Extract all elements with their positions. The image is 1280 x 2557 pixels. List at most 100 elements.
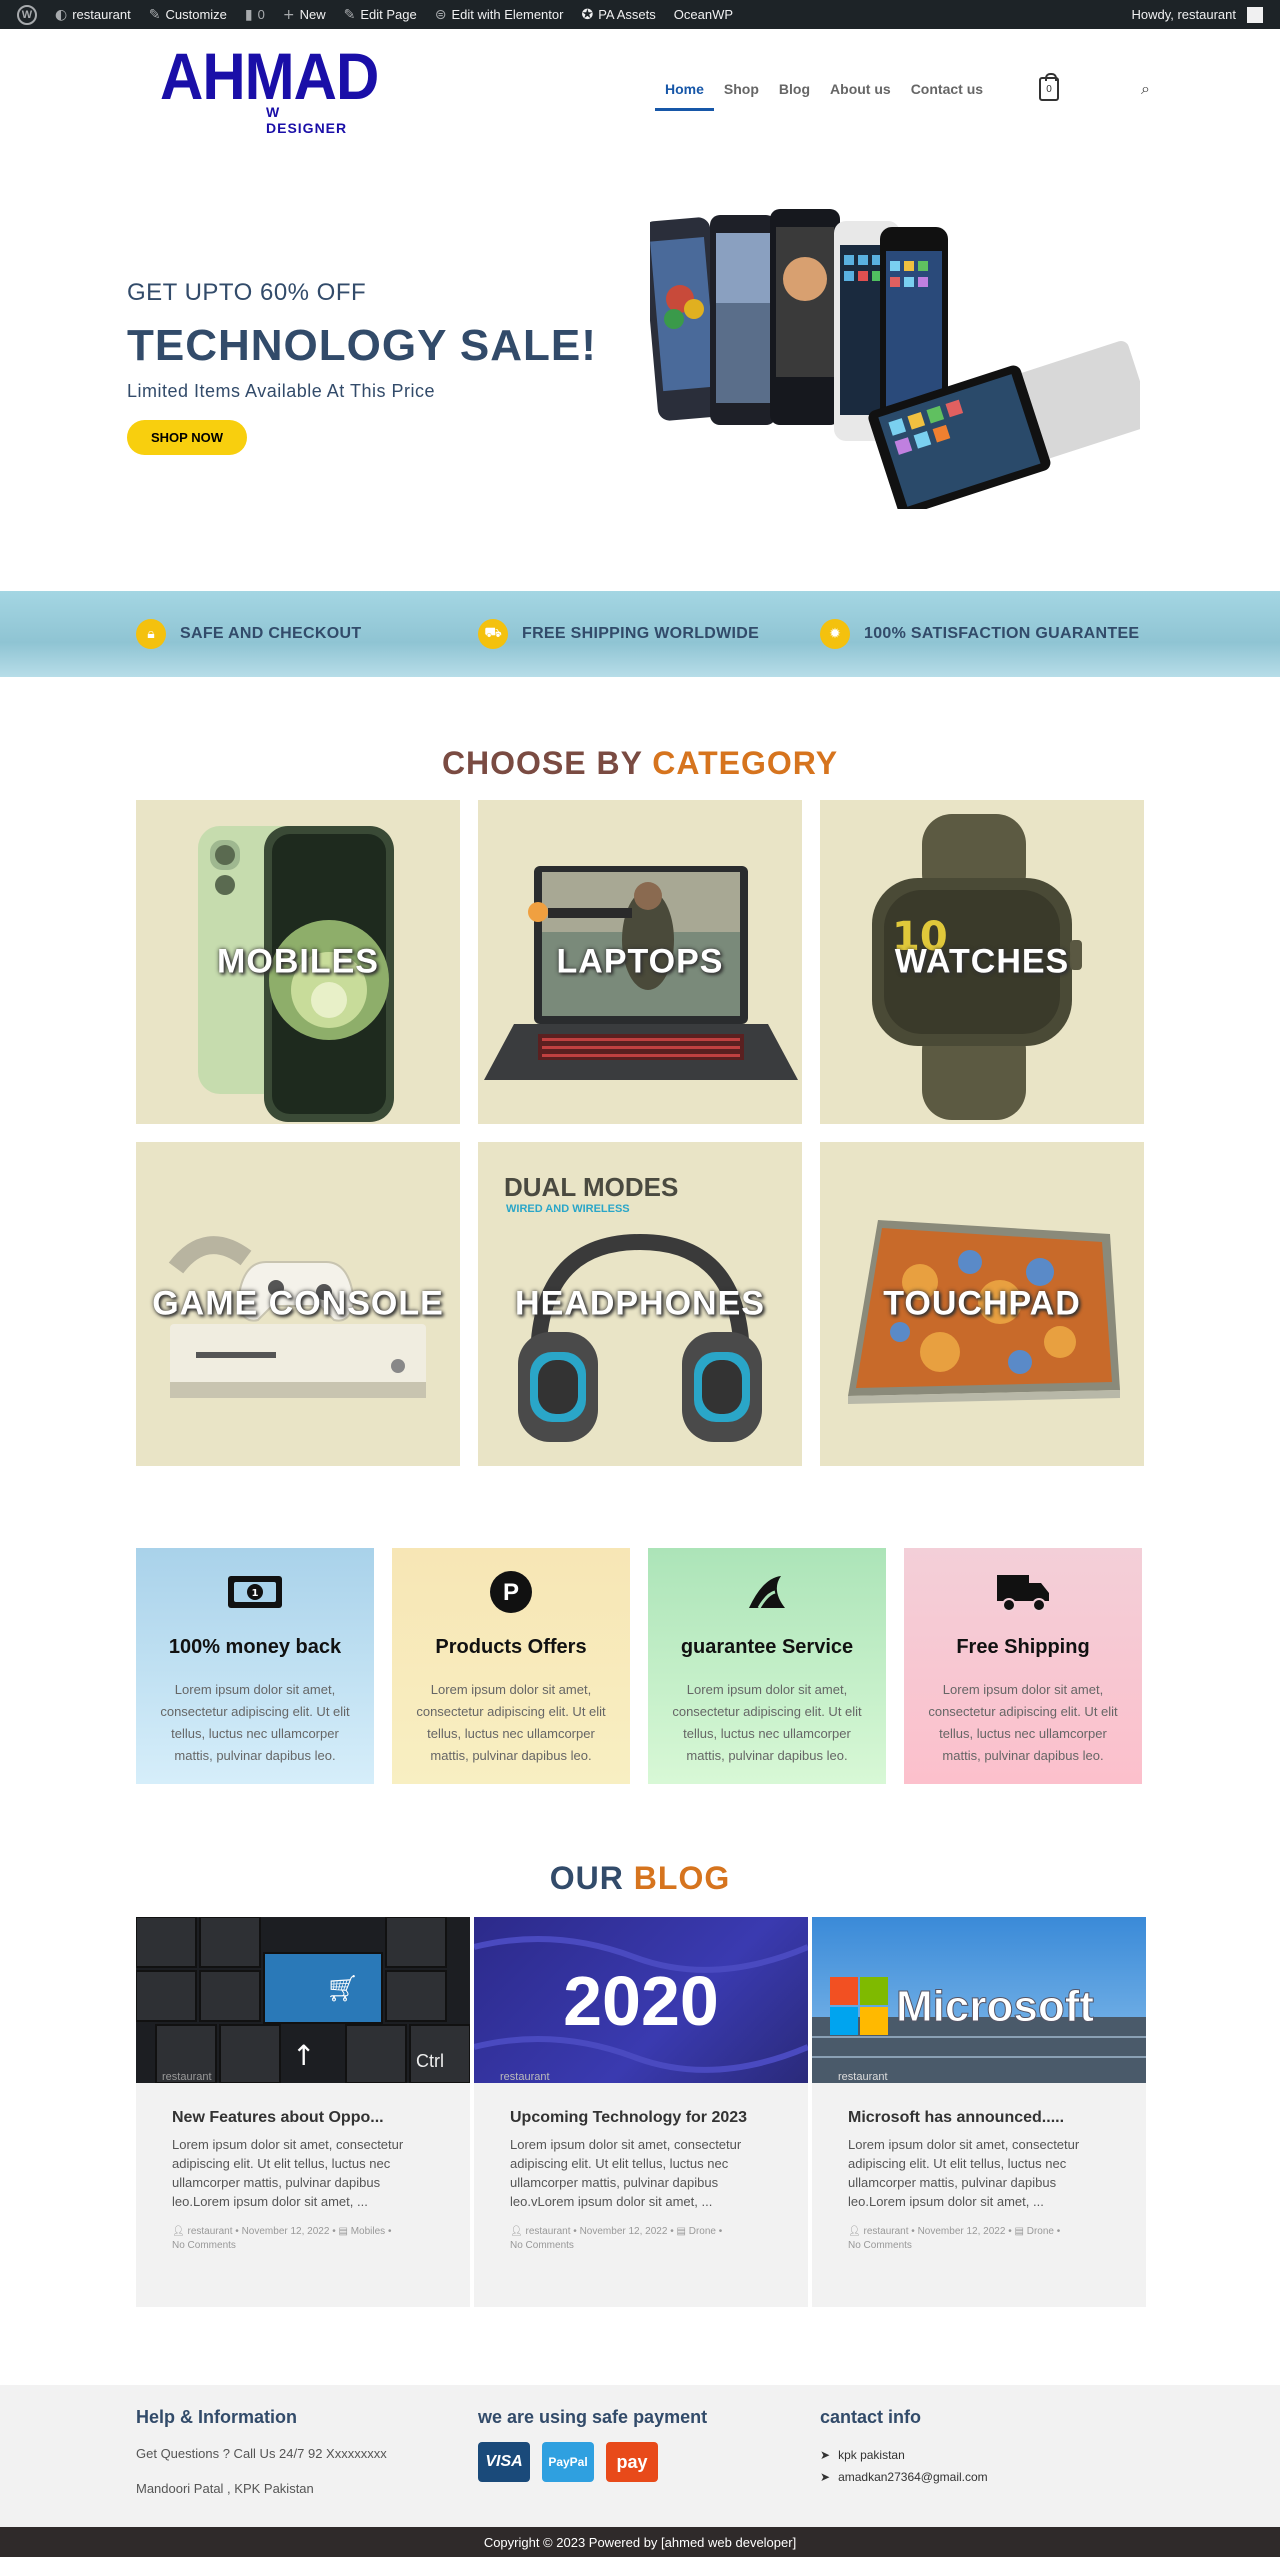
wordpress-icon: W [17,4,37,25]
my-account-menu[interactable]: Howdy, restaurant [1122,0,1272,29]
payment-methods: VISA PayPal pay [478,2442,820,2482]
contact-email[interactable]: ➤ amadkan27364@gmail.com [820,2470,1162,2484]
feature-guarantee: ✹ 100% SATISFACTION GUARANTEE [820,619,1162,649]
pa-assets-menu[interactable]: ✪ PA Assets [572,0,664,29]
category-watches[interactable]: 10 WATCHES [820,800,1144,1124]
nav-home[interactable]: Home [655,67,714,111]
category-game-console[interactable]: GAME CONSOLE [136,1142,460,1466]
folder-icon: ▤ [338,2226,348,2237]
broken-image-alt: restaurant [162,2071,212,2083]
nav-contact[interactable]: Contact us [901,67,993,111]
post-title[interactable]: Microsoft has announced..... [848,2109,1110,2127]
category-headphones[interactable]: DUAL MODES WIRED AND WIRELESS HEADPHONES [478,1142,802,1466]
customize-link[interactable]: ✎ Customize [140,0,236,29]
post-excerpt: Lorem ipsum dolor sit amet, consectetur … [510,2137,742,2209]
wp-admin-bar: W ◐ restaurant ✎ Customize ▮ 0 + New ✎ Edit P… [0,0,1280,29]
microsoft-building-image: Microsoft [812,1977,1146,2083]
keyboard-image: 🛒︎ ↑ Ctrl [136,1917,470,2083]
svg-text:Ctrl: Ctrl [416,2051,444,2071]
service-guarantee: guarantee Service Lorem ipsum dolor sit … [648,1548,886,1784]
user-icon: 👤︎ [172,2226,185,2237]
admin-bar-left: W ◐ restaurant ✎ Customize ▮ 0 + New ✎ Edit P… [8,0,742,29]
post-thumbnail[interactable]: 🛒︎ ↑ Ctrl restaurant [136,1917,470,2083]
edit-page-link[interactable]: ✎ Edit Page [335,0,426,29]
category-laptops[interactable]: LAPTOPS [478,800,802,1124]
admin-bar-right: Howdy, restaurant [1122,0,1272,29]
feature-free-shipping: ⛟ FREE SHIPPING WORLDWIDE [478,619,820,649]
folder-icon: ▤ [676,2226,686,2237]
visa-icon: VISA [478,2442,530,2482]
dashboard-icon: ◐ [55,6,68,23]
dual-modes-subtitle: WIRED AND WIRELESS [506,1203,630,1215]
nav-about[interactable]: About us [820,67,901,111]
svg-text:P: P [503,1579,519,1606]
pay-icon: pay [606,2442,658,2482]
search-icon[interactable]: ⌕ [1141,79,1150,99]
category-section-title: CHOOSE BY CATEGORY [441,745,839,781]
hero-subtitle: GET UPTO 60% OFF [127,279,367,306]
broken-image-alt: restaurant [500,2071,550,2083]
paypal-icon: PayPal [542,2442,594,2482]
year-text: 2020 [563,1962,719,2040]
feature-safe-checkout: 🔒︎ SAFE AND CHECKOUT [136,619,478,649]
blog-post: 2020 restaurant Upcoming Technology for … [474,1917,808,2307]
location-arrow-icon: ➤ [820,2448,831,2462]
category-mobiles[interactable]: MOBILES [136,800,460,1124]
lock-icon: 🔒︎ [136,619,166,649]
comments-link[interactable]: ▮ 0 [236,0,274,29]
new-content-menu[interactable]: + New [274,0,335,29]
post-title[interactable]: Upcoming Technology for 2023 [510,2109,772,2127]
dual-modes-banner: DUAL MODES [504,1172,678,1202]
site-name-menu[interactable]: ◐ restaurant [46,0,140,29]
wp-logo-menu[interactable]: W [8,0,46,29]
pa-icon: ✪ [581,6,594,23]
comment-icon: ▮ [244,6,253,23]
delivery-truck-icon [904,1570,1142,1614]
oceanwp-menu[interactable]: OceanWP [665,0,742,29]
cart-count: 0 [1046,83,1052,95]
footer-contact: cantact info ➤ kpk pakistan ➤ amadkan27364… [820,2407,1162,2527]
shop-now-button[interactable]: SHOP NOW [127,420,247,455]
pencil-icon: ✎ [343,6,356,23]
post-body: Upcoming Technology for 2023 Lorem ipsum… [474,2083,808,2253]
site-logo[interactable]: AHMAD W DESIGNER [160,43,379,136]
elementor-link[interactable]: ⊜ Edit with Elementor [426,0,573,29]
plus-icon: + [282,6,295,23]
brush-icon: ✎ [148,6,161,23]
post-meta: 👤︎ restaurant • November 12, 2022 • ▤ Dr… [848,2226,1061,2251]
broken-image-alt: restaurant [838,2071,888,2083]
copyright-bar: Copyright © 2023 Powered by [ahmed web d… [0,2527,1280,2557]
blog-post: Microsoft restaurant Microsoft has annou… [812,1917,1146,2307]
svg-text:🛒︎: 🛒︎ [326,1974,359,2004]
post-excerpt: Lorem ipsum dolor sit amet, consectetur … [848,2137,1080,2209]
main-nav: Home Shop Blog About us Contact us 0 ⌕ [655,67,1150,111]
cart-icon[interactable]: 0 [1039,73,1060,101]
service-products-offers: P Products Offers Lorem ipsum dolor sit … [392,1548,630,1784]
post-meta: 👤︎ restaurant • November 12, 2022 • ▤ Dr… [510,2226,723,2251]
site-footer: Help & Information Get Questions ? Call … [0,2385,1280,2527]
svg-text:1: 1 [252,1588,259,1599]
location-arrow-icon: ➤ [820,2470,831,2484]
phones-tablet-image [650,209,1140,509]
hero-title: TECHNOLOGY SALE! [127,321,597,370]
service-free-shipping: Free Shipping Lorem ipsum dolor sit amet… [904,1548,1142,1784]
nav-shop[interactable]: Shop [714,67,769,111]
site-header: AHMAD W DESIGNER Home Shop Blog About us… [0,29,1280,149]
badge-icon: ✹ [820,619,850,649]
category-touchpad[interactable]: TOUCHPAD [820,1142,1144,1466]
folder-icon: ▤ [1014,2226,1024,2237]
parking-icon: P [392,1570,630,1614]
nav-blog[interactable]: Blog [769,67,820,111]
post-title[interactable]: New Features about Oppo... [172,2109,434,2127]
post-body: Microsoft has announced..... Lorem ipsum… [812,2083,1146,2253]
user-icon: 👤︎ [510,2226,523,2237]
truck-icon: ⛟ [478,619,508,649]
footer-payment: we are using safe payment VISA PayPal pa… [478,2407,820,2527]
contact-location: ➤ kpk pakistan [820,2448,905,2462]
blog-posts: 🛒︎ ↑ Ctrl restaurant New Features about … [136,1917,1280,2307]
user-icon: 👤︎ [848,2226,861,2237]
post-thumbnail[interactable]: 2020 restaurant [474,1917,808,2083]
svg-text:↑: ↑ [292,2039,315,2072]
post-thumbnail[interactable]: Microsoft restaurant [812,1917,1146,2083]
blog-section-title: OUR BLOG [549,1860,731,1896]
